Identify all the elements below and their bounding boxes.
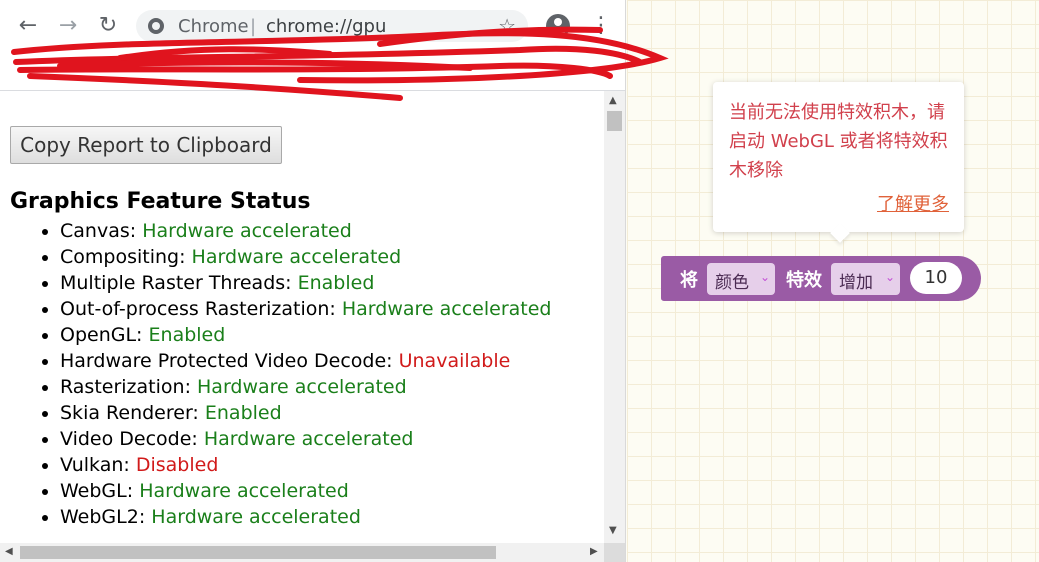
forward-button[interactable]: → bbox=[54, 12, 82, 40]
browser-toolbar: ← → ↻ Chrome | chrome://gpu ☆ ⋮ bbox=[0, 0, 625, 52]
url-text[interactable]: chrome://gpu bbox=[266, 16, 386, 37]
feature-status: Enabled bbox=[148, 324, 226, 346]
feature-status: Hardware accelerated bbox=[341, 298, 552, 320]
scroll-left-icon[interactable]: ◀ bbox=[5, 546, 13, 557]
feature-name: Skia Renderer: bbox=[60, 402, 199, 424]
scroll-right-icon[interactable]: ▶ bbox=[590, 546, 598, 557]
horizontal-scrollbar[interactable]: ◀ ▶ bbox=[0, 543, 604, 562]
feature-status: Enabled bbox=[297, 272, 375, 294]
horizontal-scroll-thumb[interactable] bbox=[20, 546, 496, 559]
reload-button[interactable]: ↻ bbox=[94, 12, 122, 40]
learn-more-link[interactable]: 了解更多 bbox=[877, 190, 949, 216]
browser-window: ← → ↻ Chrome | chrome://gpu ☆ ⋮ Copy Rep… bbox=[0, 0, 626, 562]
scroll-down-icon[interactable]: ▼ bbox=[609, 525, 617, 536]
feature-name: OpenGL: bbox=[60, 324, 143, 346]
copy-report-button[interactable]: Copy Report to Clipboard bbox=[10, 126, 282, 164]
block-middle-label: 特效 bbox=[786, 270, 822, 291]
feature-name: Out-of-process Rasterization: bbox=[60, 298, 336, 320]
profile-avatar-icon[interactable] bbox=[546, 14, 570, 38]
vertical-scrollbar[interactable]: ▲ ▼ bbox=[604, 91, 625, 543]
address-bar[interactable]: Chrome | chrome://gpu ☆ bbox=[136, 10, 528, 42]
feature-name: Vulkan: bbox=[60, 454, 130, 476]
operation-value: 增加 bbox=[839, 273, 873, 293]
feature-item: Out-of-process Rasterization: Hardware a… bbox=[60, 296, 551, 322]
feature-name: Video Decode: bbox=[60, 428, 198, 450]
back-button[interactable]: ← bbox=[14, 12, 42, 40]
feature-status: Hardware accelerated bbox=[197, 376, 407, 398]
feature-status: Hardware accelerated bbox=[151, 506, 361, 528]
block-prefix-label: 将 bbox=[680, 270, 698, 291]
chrome-site-icon bbox=[148, 18, 164, 34]
page-content: Copy Report to Clipboard Graphics Featur… bbox=[0, 91, 604, 543]
value-input[interactable]: 10 bbox=[910, 262, 962, 294]
feature-name: WebGL: bbox=[60, 480, 134, 502]
feature-status-list: Canvas: Hardware acceleratedCompositing:… bbox=[40, 218, 551, 530]
chevron-down-icon: ⌄ bbox=[884, 270, 895, 284]
bookmarks-bar bbox=[0, 52, 625, 91]
feature-status: Enabled bbox=[204, 402, 282, 424]
bookmark-star-icon[interactable]: ☆ bbox=[498, 14, 516, 38]
feature-status: Disabled bbox=[135, 454, 219, 476]
feature-name: Hardware Protected Video Decode: bbox=[60, 350, 393, 372]
effect-block[interactable]: 将 颜色 ⌄ 特效 增加 ⌄ 10 bbox=[661, 256, 981, 301]
feature-item: WebGL: Hardware accelerated bbox=[60, 478, 551, 504]
feature-status: Hardware accelerated bbox=[139, 480, 349, 502]
scroll-up-icon[interactable]: ▲ bbox=[609, 95, 617, 106]
feature-item: Rasterization: Hardware accelerated bbox=[60, 374, 551, 400]
feature-status: Unavailable bbox=[398, 350, 511, 372]
feature-item: Compositing: Hardware accelerated bbox=[60, 244, 551, 270]
effect-type-value: 颜色 bbox=[715, 273, 749, 293]
menu-icon[interactable]: ⋮ bbox=[590, 12, 612, 40]
operation-dropdown[interactable]: 增加 ⌄ bbox=[831, 263, 900, 295]
feature-status: Hardware accelerated bbox=[191, 246, 402, 268]
feature-item: Hardware Protected Video Decode: Unavail… bbox=[60, 348, 551, 374]
scrollbar-corner bbox=[604, 543, 625, 562]
feature-item: Canvas: Hardware accelerated bbox=[60, 218, 551, 244]
feature-name: Rasterization: bbox=[60, 376, 191, 398]
feature-item: OpenGL: Enabled bbox=[60, 322, 551, 348]
tooltip-message: 当前无法使用特效积木，请启动 WebGL 或者将特效积木移除 bbox=[729, 102, 948, 181]
feature-name: Canvas: bbox=[60, 220, 137, 242]
page-heading: Graphics Feature Status bbox=[10, 189, 311, 214]
feature-status: Hardware accelerated bbox=[203, 428, 414, 450]
chevron-down-icon: ⌄ bbox=[759, 270, 770, 284]
feature-item: Video Decode: Hardware accelerated bbox=[60, 426, 551, 452]
webgl-warning-tooltip: 当前无法使用特效积木，请启动 WebGL 或者将特效积木移除 了解更多 bbox=[713, 82, 964, 232]
feature-name: Compositing: bbox=[60, 246, 186, 268]
omnibox-separator: | bbox=[250, 16, 257, 37]
feature-item: Vulkan: Disabled bbox=[60, 452, 551, 478]
effect-type-dropdown[interactable]: 颜色 ⌄ bbox=[707, 263, 775, 295]
feature-name: WebGL2: bbox=[60, 506, 146, 528]
feature-item: Skia Renderer: Enabled bbox=[60, 400, 551, 426]
omnibox-chrome-label: Chrome bbox=[178, 16, 249, 37]
feature-item: WebGL2: Hardware accelerated bbox=[60, 504, 551, 530]
feature-name: Multiple Raster Threads: bbox=[60, 272, 292, 294]
feature-item: Multiple Raster Threads: Enabled bbox=[60, 270, 551, 296]
feature-status: Hardware accelerated bbox=[142, 220, 352, 242]
vertical-scroll-thumb[interactable] bbox=[607, 111, 622, 131]
